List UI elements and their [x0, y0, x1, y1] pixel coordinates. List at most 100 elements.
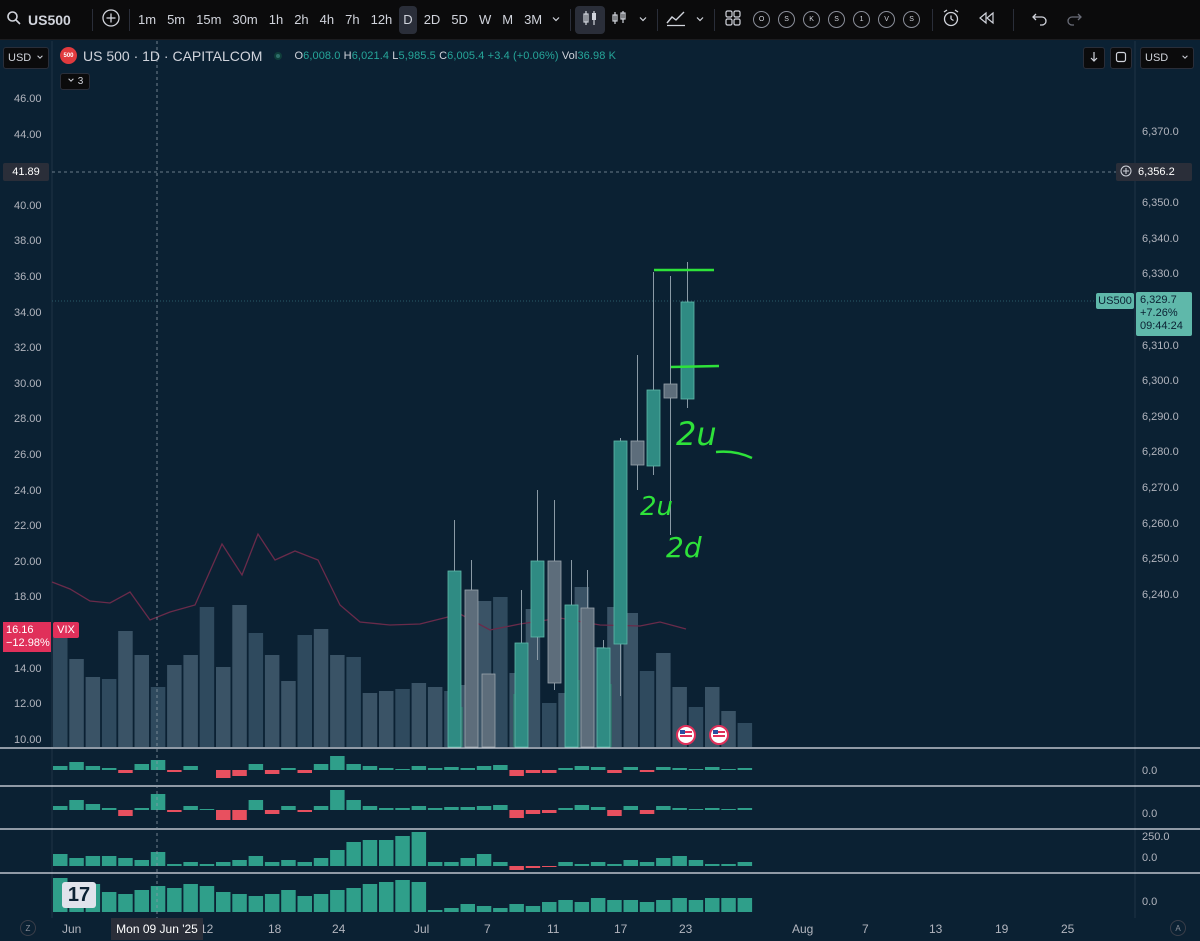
histogram-bar-2: [150, 794, 166, 810]
pane-axis-bottom: 0.0: [1142, 808, 1158, 820]
timeframe-dropdown-button[interactable]: [546, 6, 566, 34]
histogram-bar-3: [346, 842, 361, 866]
volume-bar: [737, 723, 753, 747]
layout-grid-button[interactable]: [719, 6, 747, 34]
volume-bar: [281, 681, 296, 747]
replay-button[interactable]: [973, 6, 1001, 34]
undo-button[interactable]: [1026, 6, 1054, 34]
timeframe-d[interactable]: D: [399, 5, 417, 34]
drawn-level-line: [670, 364, 720, 369]
histogram-bar-2: [721, 809, 736, 810]
histogram-bar-3: [150, 852, 166, 866]
histogram-bar-3: [542, 866, 557, 867]
market-status-dot[interactable]: [274, 51, 283, 60]
histogram-bar-1: [737, 768, 753, 770]
timeframe-12h[interactable]: 12h: [367, 6, 397, 34]
left-axis-tick: 22.00: [14, 520, 42, 533]
timeframe-5d[interactable]: 5D: [447, 6, 472, 34]
symbol-search-button[interactable]: US500: [6, 6, 88, 34]
auto-scale-button[interactable]: A: [1170, 920, 1186, 936]
alert-button[interactable]: [937, 6, 965, 34]
indicator-shortcut-s[interactable]: S: [778, 11, 796, 28]
timeframe-7h[interactable]: 7h: [341, 6, 363, 34]
histogram-bar-3: [656, 858, 671, 866]
indicator-shortcut-v[interactable]: V: [878, 11, 896, 28]
grid: [0, 41, 1200, 918]
histogram-bar-1: [509, 770, 524, 776]
chart-area[interactable]: 2u 2u 2d: [0, 41, 1200, 918]
left-axis-tick: 24.00: [14, 484, 42, 497]
legend-collapse-button[interactable]: 3: [60, 73, 90, 90]
date-label: Jul: [414, 922, 430, 936]
indicators-button[interactable]: [662, 6, 690, 34]
timezone-button[interactable]: Z: [20, 920, 36, 936]
legend-title[interactable]: US 500 · 1D · CAPITALCOM: [83, 48, 262, 64]
timeframe-4h[interactable]: 4h: [316, 6, 338, 34]
histogram-bar-4: [411, 882, 427, 912]
histogram-bar-4: [590, 898, 606, 912]
histogram-bar-4: [574, 902, 590, 912]
histogram-bar-4: [313, 894, 329, 912]
bars-chart-type-button[interactable]: [605, 6, 633, 34]
volume-bar: [69, 659, 84, 747]
timeframe-1m[interactable]: 1m: [134, 6, 160, 34]
separator: [92, 8, 93, 31]
histogram-bar-4: [476, 906, 492, 912]
histogram-bar-1: [444, 767, 459, 770]
volume-bar: [346, 657, 361, 747]
indicator-shortcut-k[interactable]: K: [803, 11, 821, 28]
timeframe-w[interactable]: W: [475, 6, 495, 34]
histogram-bar-1: [590, 767, 606, 770]
left-currency-select[interactable]: USD: [3, 47, 49, 69]
histogram-bar-3: [444, 862, 459, 866]
histogram-bar-1: [281, 768, 296, 770]
chevron-down-icon: [638, 12, 648, 27]
price-tag-countdown: 09:44:24: [1140, 320, 1183, 332]
volume-bar: [639, 671, 655, 747]
plus-circle-icon[interactable]: [1120, 165, 1132, 180]
indicator-shortcut-s[interactable]: S: [903, 11, 921, 28]
candle-body: [481, 673, 496, 748]
volume-bar: [232, 605, 247, 747]
histogram-bar-3: [118, 858, 133, 866]
histogram-bar-3: [476, 854, 492, 866]
collapsed-indicator-count: 3: [77, 76, 84, 87]
chart-canvas[interactable]: 2u 2u 2d: [0, 41, 1200, 918]
histogram-bar-2: [362, 806, 378, 810]
indicators-dropdown-button[interactable]: [690, 6, 710, 34]
candles-chart-type-button[interactable]: [575, 5, 606, 34]
right-axis-tick: 6,270.0: [1142, 482, 1179, 494]
timeframe-5m[interactable]: 5m: [163, 6, 189, 34]
histogram-bar-2: [623, 806, 638, 810]
indicator-shortcut-o[interactable]: O: [753, 11, 771, 28]
timeframe-3m[interactable]: 3M: [520, 6, 546, 34]
histogram-bar-3: [297, 862, 312, 866]
vix-value-tag: 16.16 −12.98%: [3, 622, 51, 652]
chevron-down-icon: [36, 52, 44, 64]
histogram-bar-2: [232, 810, 247, 820]
histogram-bar-4: [427, 910, 443, 912]
timeframe-2h[interactable]: 2h: [290, 6, 312, 34]
timeframe-30m[interactable]: 30m: [228, 6, 261, 34]
compare-add-button[interactable]: [97, 6, 125, 34]
chart-type-dropdown-button[interactable]: [633, 6, 653, 34]
scroll-to-latest-button[interactable]: [1083, 47, 1105, 69]
right-currency-select[interactable]: USD: [1140, 47, 1194, 69]
indicator-shortcut-s[interactable]: S: [828, 11, 846, 28]
histogram-bar-2: [493, 805, 508, 810]
tradingview-logo[interactable]: 17: [62, 882, 96, 908]
timeframe-2d[interactable]: 2D: [420, 6, 445, 34]
left-axis-tick: 18.00: [14, 591, 42, 604]
search-icon: [6, 10, 22, 29]
histogram-bar-1: [101, 768, 117, 770]
histogram-bar-3: [509, 866, 524, 870]
timeframe-1h[interactable]: 1h: [265, 6, 287, 34]
volume-bar: [313, 629, 329, 747]
timeframe-15m[interactable]: 15m: [192, 6, 225, 34]
timeframe-m[interactable]: M: [498, 6, 517, 34]
fullscreen-button[interactable]: [1110, 47, 1132, 69]
histogram-bar-2: [590, 807, 606, 810]
redo-button[interactable]: [1060, 6, 1088, 34]
indicator-shortcut-1[interactable]: 1: [853, 11, 871, 28]
histogram-bar-3: [313, 858, 329, 866]
